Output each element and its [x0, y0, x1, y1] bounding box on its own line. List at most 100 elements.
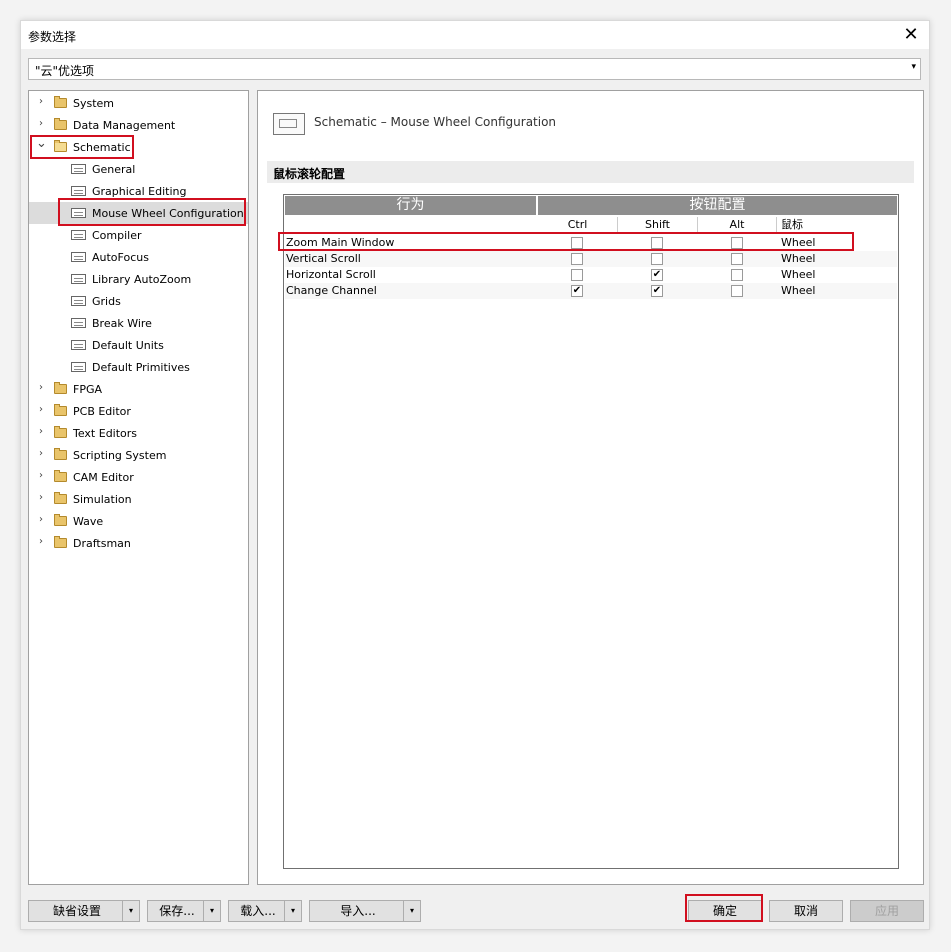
tree-item[interactable]: › CAM Editor [29, 466, 248, 488]
mouse-wheel-grid: 行为 按钮配置 Ctrl Shift Alt 鼠标 Zoom Main Wind… [283, 194, 899, 869]
tree-item[interactable]: › Simulation [29, 488, 248, 510]
chevron-down-icon[interactable]: ▾ [911, 62, 916, 72]
chevron-right-icon[interactable]: › [36, 382, 46, 393]
chevron-right-icon[interactable]: › [36, 492, 46, 503]
shift-checkbox[interactable] [651, 253, 663, 265]
profile-dropdown[interactable]: "云"优选项 ▾ [28, 58, 921, 80]
tree-item[interactable]: Library AutoZoom [29, 268, 248, 290]
folder-icon [54, 426, 67, 438]
ctrl-checkbox[interactable] [571, 253, 583, 265]
mouse-cell[interactable]: Wheel [781, 252, 815, 266]
tree-item[interactable]: AutoFocus [29, 246, 248, 268]
page-icon [71, 318, 86, 328]
tree-item-label: Default Units [92, 339, 164, 352]
chevron-right-icon[interactable]: › [36, 536, 46, 547]
alt-checkbox[interactable] [731, 269, 743, 281]
tree-item-label: AutoFocus [92, 251, 149, 264]
tree-item[interactable]: › System [29, 92, 248, 114]
mouse-cell[interactable]: Wheel [781, 268, 815, 282]
folder-icon [54, 404, 67, 416]
page-icon [71, 186, 86, 196]
tree-item-label: Default Primitives [92, 361, 190, 374]
column-mouse: 鼠标 [781, 218, 803, 231]
tree-item[interactable]: › Data Management [29, 114, 248, 136]
alt-checkbox[interactable] [731, 253, 743, 265]
highlight-schematic [30, 135, 134, 159]
chevron-down-icon[interactable]: ▾ [403, 901, 420, 921]
grid-header-button-config: 按钮配置 [538, 196, 897, 215]
highlight-mouse-wheel-configuration [58, 198, 246, 226]
chevron-down-icon[interactable]: ▾ [284, 901, 301, 921]
tree-item[interactable]: General [29, 158, 248, 180]
tree-item-label: Simulation [73, 493, 132, 506]
chevron-right-icon[interactable]: › [36, 448, 46, 459]
section-title: 鼠标滚轮配置 [273, 167, 346, 181]
cancel-button[interactable]: 取消 [769, 900, 843, 922]
tree-item-label: Break Wire [92, 317, 152, 330]
save-button[interactable]: 保存... ▾ [147, 900, 221, 922]
grid-row[interactable]: Horizontal Scroll ✔ Wheel [285, 267, 897, 283]
import-button[interactable]: 导入... ▾ [309, 900, 421, 922]
defaults-button[interactable]: 缺省设置 ▾ [28, 900, 140, 922]
ctrl-checkbox[interactable] [571, 269, 583, 281]
tree-item[interactable]: Grids [29, 290, 248, 312]
chevron-down-icon[interactable]: ▾ [203, 901, 220, 921]
mouse-cell[interactable]: Wheel [781, 284, 815, 298]
shift-checkbox[interactable]: ✔ [651, 285, 663, 297]
folder-icon [54, 382, 67, 394]
schematic-page-icon [273, 113, 305, 135]
alt-checkbox[interactable] [731, 285, 743, 297]
tree-item-label: Data Management [73, 119, 176, 132]
apply-button[interactable]: 应用 [850, 900, 924, 922]
defaults-label: 缺省设置 [52, 904, 101, 918]
highlight-zoom-main-window-row [278, 232, 854, 251]
column-shift: Shift [618, 217, 698, 233]
load-label: 载入... [240, 904, 276, 918]
tree-item[interactable]: Compiler [29, 224, 248, 246]
tree-item-label: FPGA [73, 383, 103, 396]
chevron-right-icon[interactable]: › [36, 470, 46, 481]
tree-item-label: Draftsman [73, 537, 131, 550]
chevron-right-icon[interactable]: › [36, 426, 46, 437]
tree-item-label: System [73, 97, 115, 110]
tree-item[interactable]: Default Primitives [29, 356, 248, 378]
folder-icon [54, 96, 67, 108]
page-icon [71, 164, 86, 174]
tree-item[interactable]: Break Wire [29, 312, 248, 334]
tree-item-label: PCB Editor [73, 405, 131, 418]
chevron-right-icon[interactable]: › [36, 118, 46, 129]
chevron-right-icon[interactable]: › [36, 514, 46, 525]
chevron-right-icon[interactable]: › [36, 96, 46, 107]
close-icon[interactable]: ✕ [901, 25, 921, 45]
column-alt: Alt [698, 217, 777, 233]
ctrl-checkbox[interactable]: ✔ [571, 285, 583, 297]
chevron-right-icon[interactable]: › [36, 404, 46, 415]
tree-item-label: Library AutoZoom [92, 273, 192, 286]
tree-item-label: Scripting System [73, 449, 167, 462]
tree-item-label: CAM Editor [73, 471, 134, 484]
tree-item[interactable]: › Scripting System [29, 444, 248, 466]
tree-item-label: Wave [73, 515, 104, 528]
grid-row[interactable]: Vertical Scroll Wheel [285, 251, 897, 267]
tree-item-label: General [92, 163, 136, 176]
folder-icon [54, 536, 67, 548]
tree-item[interactable]: › FPGA [29, 378, 248, 400]
tree-item[interactable]: › Wave [29, 510, 248, 532]
action-cell: Change Channel [286, 284, 377, 297]
folder-icon [54, 448, 67, 460]
folder-icon [54, 514, 67, 526]
page-icon [71, 274, 86, 284]
load-button[interactable]: 载入... ▾ [228, 900, 302, 922]
shift-checkbox[interactable]: ✔ [651, 269, 663, 281]
column-ctrl: Ctrl [538, 217, 618, 233]
chevron-down-icon[interactable]: ▾ [122, 901, 139, 921]
highlight-ok-button [685, 894, 763, 922]
tree-item[interactable]: Default Units [29, 334, 248, 356]
tree-item[interactable]: › Draftsman [29, 532, 248, 554]
page-icon [71, 252, 86, 262]
profile-value: "云"优选项 [35, 64, 95, 78]
tree-item[interactable]: › Text Editors [29, 422, 248, 444]
tree-item[interactable]: › PCB Editor [29, 400, 248, 422]
page-icon [71, 340, 86, 350]
grid-row[interactable]: Change Channel ✔ ✔ Wheel [285, 283, 897, 299]
